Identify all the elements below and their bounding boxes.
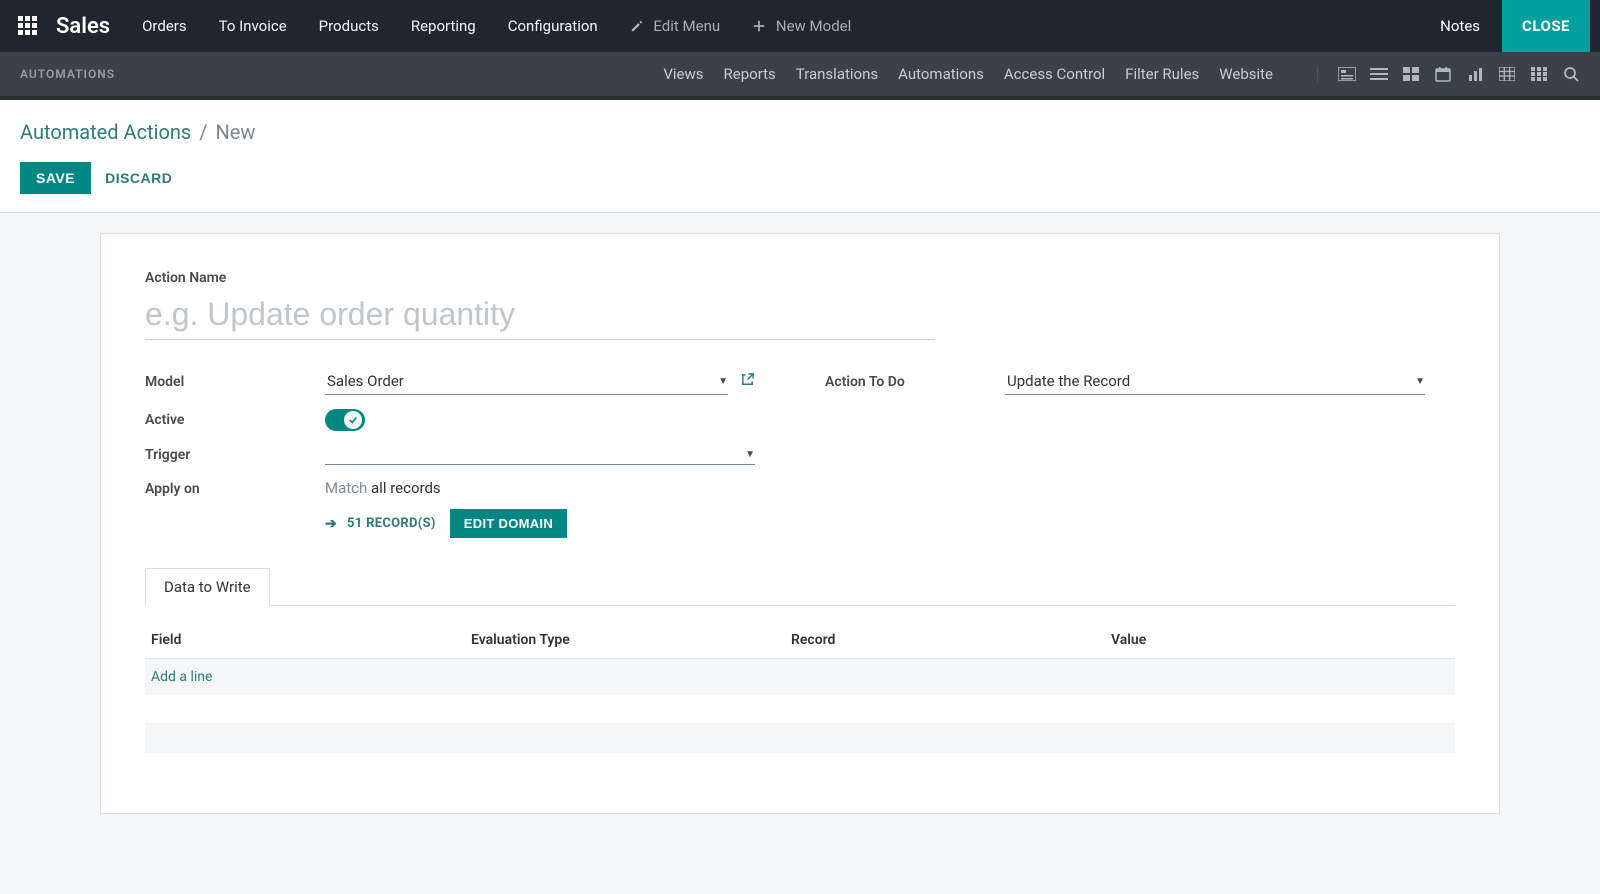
add-line-link: Add a line — [151, 669, 471, 685]
action-to-do-select[interactable]: Update the Record ▼ — [1005, 368, 1425, 395]
nav-to-invoice[interactable]: To Invoice — [219, 17, 287, 35]
nav-edit-menu-label: Edit Menu — [653, 17, 720, 35]
nav-new-model[interactable]: New Model — [752, 17, 851, 35]
applyon-match-rest: all records — [371, 479, 441, 497]
applyon-match-text: Match all records — [325, 479, 1425, 497]
breadcrumb-sep: / — [199, 120, 207, 144]
tab-data-to-write[interactable]: Data to Write — [145, 568, 270, 606]
subnav-access[interactable]: Access Control — [1004, 65, 1105, 83]
col-record: Record — [791, 632, 1111, 648]
nav-edit-menu[interactable]: Edit Menu — [630, 17, 720, 35]
edit-domain-button[interactable]: EDIT DOMAIN — [450, 509, 567, 538]
arrow-right-icon: ➔ — [325, 516, 337, 532]
view-grid-icon[interactable] — [1530, 66, 1548, 82]
search-icon[interactable] — [1562, 66, 1580, 82]
add-line-row[interactable]: Add a line — [145, 659, 1455, 695]
view-chart-icon[interactable] — [1466, 66, 1484, 82]
active-toggle[interactable] — [325, 409, 365, 431]
control-buttons: SAVE DISCARD — [20, 162, 1580, 194]
notes-button[interactable]: Notes — [1418, 17, 1502, 35]
pencil-icon — [630, 19, 644, 33]
check-icon — [344, 411, 362, 429]
action-name-input[interactable] — [145, 292, 935, 340]
trigger-select[interactable]: ▼ — [325, 445, 755, 465]
model-select[interactable]: Sales Order ▼ — [325, 368, 728, 395]
nav-reporting[interactable]: Reporting — [411, 17, 476, 35]
form-grid: Model Sales Order ▼ Action To Do Update … — [145, 368, 1455, 538]
close-button[interactable]: CLOSE — [1502, 0, 1590, 52]
caret-down-icon: ▼ — [718, 376, 728, 387]
col-eval-type: Evaluation Type — [471, 632, 791, 648]
active-label: Active — [145, 412, 325, 428]
view-calendar-icon[interactable] — [1434, 66, 1452, 82]
subnav-views[interactable]: Views — [663, 65, 703, 83]
form-sheet: Action Name Model Sales Order ▼ Action T… — [100, 233, 1500, 814]
tabs: Data to Write — [145, 568, 1455, 606]
caret-down-icon: ▼ — [1415, 376, 1425, 387]
sub-navbar: AUTOMATIONS Views Reports Translations A… — [0, 52, 1600, 100]
nav-new-model-label: New Model — [776, 17, 851, 35]
breadcrumb-current: New — [216, 120, 256, 144]
view-form-icon[interactable] — [1338, 66, 1356, 82]
subnav-filters[interactable]: Filter Rules — [1125, 65, 1199, 83]
table-header: Field Evaluation Type Record Value — [145, 622, 1455, 659]
plus-icon — [752, 19, 766, 33]
breadcrumb: Automated Actions / New — [20, 120, 1580, 144]
action-to-do-label: Action To Do — [825, 374, 1005, 390]
view-list-icon[interactable] — [1370, 66, 1388, 82]
external-link-icon[interactable] — [740, 372, 755, 391]
col-value: Value — [1111, 632, 1431, 648]
model-label: Model — [145, 374, 325, 390]
save-button[interactable]: SAVE — [20, 162, 91, 194]
nav-products[interactable]: Products — [319, 17, 379, 35]
breadcrumb-root[interactable]: Automated Actions — [20, 120, 191, 144]
subnav-automations[interactable]: Automations — [898, 65, 984, 83]
view-kanban-icon[interactable] — [1402, 66, 1420, 82]
action-to-do-value: Update the Record — [1007, 372, 1130, 390]
applyon-match-prefix: Match — [325, 479, 367, 497]
col-field: Field — [151, 632, 471, 648]
table-footer — [145, 723, 1455, 753]
apps-icon[interactable] — [18, 16, 38, 36]
sub-nav: Views Reports Translations Automations A… — [663, 65, 1580, 83]
top-nav: Orders To Invoice Products Reporting Con… — [142, 17, 851, 35]
records-link-label: 51 RECORD(S) — [347, 516, 436, 531]
subnav-reports[interactable]: Reports — [724, 65, 776, 83]
control-panel: Automated Actions / New SAVE DISCARD — [0, 100, 1600, 213]
nav-configuration[interactable]: Configuration — [508, 17, 598, 35]
model-value: Sales Order — [327, 372, 404, 390]
caret-down-icon: ▼ — [745, 449, 755, 460]
top-navbar: Sales Orders To Invoice Products Reporti… — [0, 0, 1600, 52]
view-pivot-icon[interactable] — [1498, 66, 1516, 82]
page: Action Name Model Sales Order ▼ Action T… — [0, 213, 1600, 854]
data-to-write-table: Field Evaluation Type Record Value Add a… — [145, 622, 1455, 695]
trigger-label: Trigger — [145, 447, 325, 463]
subnav-website[interactable]: Website — [1219, 65, 1273, 83]
subnav-translations[interactable]: Translations — [796, 65, 878, 83]
applyon-label: Apply on — [145, 481, 325, 497]
discard-button[interactable]: DISCARD — [105, 170, 172, 186]
nav-orders[interactable]: Orders — [142, 17, 187, 35]
records-link[interactable]: ➔ 51 RECORD(S) — [325, 516, 436, 532]
view-switcher — [1317, 66, 1580, 82]
action-name-label: Action Name — [145, 270, 1455, 286]
app-brand[interactable]: Sales — [56, 14, 110, 39]
sub-navbar-label: AUTOMATIONS — [20, 67, 115, 81]
top-right: Notes CLOSE — [1418, 0, 1590, 52]
